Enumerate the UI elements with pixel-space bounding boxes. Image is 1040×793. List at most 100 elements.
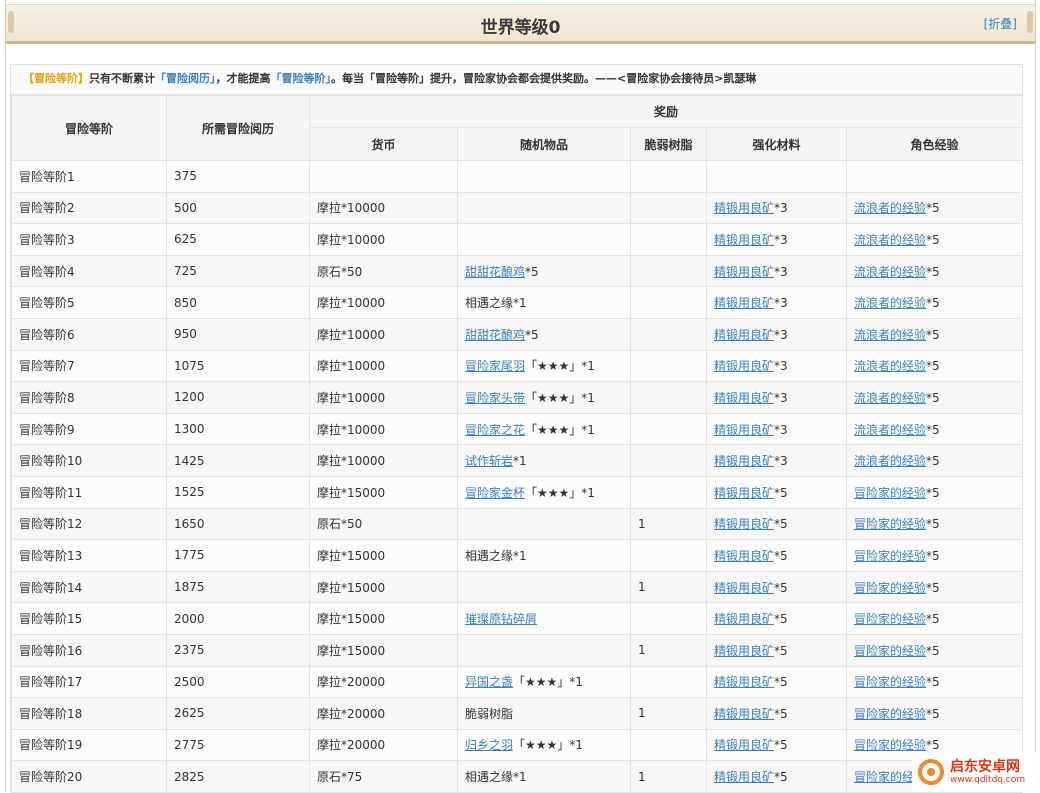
material-link[interactable]: 精锻用良矿: [714, 201, 774, 215]
material-link[interactable]: 精锻用良矿: [714, 707, 774, 721]
random-item-link[interactable]: 异国之盏: [465, 675, 513, 689]
cell-char-exp: 流浪者的经验*5: [845, 191, 1024, 225]
table-row: 冒险等阶14 1875 摩拉*15000 1 精锻用良矿*5 冒险家的经验*5: [11, 570, 1024, 604]
header-char-exp: 角色经验: [845, 127, 1024, 161]
char-exp-link[interactable]: 流浪者的经验: [854, 454, 926, 468]
material-link[interactable]: 精锻用良矿: [714, 581, 774, 595]
cell-exp: 850: [166, 286, 310, 319]
material-link[interactable]: 精锻用良矿: [714, 328, 774, 342]
material-link[interactable]: 精锻用良矿: [714, 391, 774, 405]
material-link[interactable]: 精锻用良矿: [714, 738, 774, 752]
table-row: 冒险等阶8 1200 摩拉*10000 冒险家头带「★★★」*1 精锻用良矿*3 流浪者的…: [11, 381, 1024, 414]
fold-toggle[interactable]: [折叠]: [984, 15, 1017, 32]
rank-text: 冒险等阶5: [19, 296, 75, 311]
currency-value: 摩拉*15000: [317, 612, 386, 627]
cell-char-exp: 流浪者的经验*5: [845, 286, 1024, 319]
currency-value: 原石*50: [317, 517, 363, 532]
material-link[interactable]: 精锻用良矿: [714, 423, 774, 437]
char-exp-link[interactable]: 流浪者的经验: [854, 391, 926, 405]
material-link[interactable]: 精锻用良矿: [714, 359, 774, 373]
rank-text: 冒险等阶8: [19, 390, 75, 405]
cell-resin: [630, 412, 707, 446]
random-item-suffix: 「★★★」*1: [513, 675, 583, 690]
cell-exp: 725: [166, 254, 310, 288]
char-exp-suffix: *5: [926, 548, 940, 563]
char-exp-suffix: *5: [926, 517, 940, 532]
cell-resin: [630, 602, 707, 635]
material-link[interactable]: 精锻用良矿: [714, 454, 774, 468]
char-exp-link[interactable]: 流浪者的经验: [854, 423, 926, 437]
char-exp-link[interactable]: 冒险家的经验: [854, 486, 926, 500]
random-item-link[interactable]: 冒险家金杯: [465, 486, 525, 500]
char-exp-suffix: *5: [926, 643, 940, 658]
random-item-link[interactable]: 璀璨原钻碎屑: [465, 612, 537, 626]
random-item-link[interactable]: 试作斩岩: [465, 454, 513, 468]
rank-text: 冒险等阶6: [19, 327, 75, 342]
material-link[interactable]: 精锻用良矿: [714, 770, 774, 784]
cell-currency: 摩拉*10000: [309, 349, 458, 383]
char-exp-link[interactable]: 流浪者的经验: [854, 328, 926, 342]
random-item-link[interactable]: 冒险家头带: [465, 391, 525, 405]
cell-resin: 1: [630, 633, 707, 667]
char-exp-link[interactable]: 冒险家的经验: [854, 738, 926, 752]
rank-text: 冒险等阶15: [19, 612, 83, 627]
cell-currency: 原石*50: [309, 507, 458, 541]
cell-random-item: 冒险家之花「★★★」*1: [457, 412, 631, 446]
random-item-link[interactable]: 甜甜花酿鸡: [465, 265, 525, 279]
table-row: 冒险等阶6 950 摩拉*10000 甜甜花酿鸡*5 精锻用良矿*3 流浪者的经验*5: [11, 317, 1024, 351]
intro-text-2: ，才能提高: [215, 72, 271, 85]
random-item-link[interactable]: 冒险家尾羽: [465, 359, 525, 373]
char-exp-link[interactable]: 流浪者的经验: [854, 265, 926, 279]
material-link[interactable]: 精锻用良矿: [714, 612, 774, 626]
random-item-link[interactable]: 冒险家之花: [465, 423, 525, 437]
random-item-link[interactable]: 甜甜花酿鸡: [465, 328, 525, 342]
cell-resin: [630, 223, 707, 256]
intro-text-3: 。每当「冒险等阶」提升，冒险家协会都会提供奖励。——<冒险家协会接待员>凯瑟琳: [331, 72, 757, 85]
char-exp-link[interactable]: 冒险家的经验: [854, 517, 926, 531]
material-suffix: *3: [774, 232, 788, 247]
currency-value: 摩拉*20000: [317, 706, 386, 721]
char-exp-suffix: *5: [926, 327, 940, 342]
cell-char-exp: 冒险家的经验*5: [845, 475, 1024, 509]
header-material: 强化材料: [706, 127, 847, 161]
material-link[interactable]: 精锻用良矿: [714, 233, 774, 247]
random-item-link[interactable]: 归乡之羽: [465, 738, 513, 752]
cell-material: 精锻用良矿*5: [706, 697, 847, 730]
material-link[interactable]: 精锻用良矿: [714, 675, 774, 689]
cell-resin: 1: [630, 507, 707, 541]
exp-value: 500: [174, 200, 197, 215]
char-exp-link[interactable]: 冒险家的经验: [854, 581, 926, 595]
cell-rank: 冒险等阶9: [11, 412, 167, 446]
intro-text-1: 只有不断累计: [89, 72, 155, 85]
char-exp-link[interactable]: 冒险家的经: [854, 770, 914, 784]
char-exp-link[interactable]: 冒险家的经验: [854, 644, 926, 658]
cell-rank: 冒险等阶14: [11, 570, 167, 604]
cell-currency: 摩拉*20000: [309, 728, 458, 762]
exp-value: 2625: [174, 706, 205, 721]
char-exp-link[interactable]: 冒险家的经验: [854, 675, 926, 689]
char-exp-link[interactable]: 冒险家的经验: [854, 612, 926, 626]
char-exp-link[interactable]: 冒险家的经验: [854, 707, 926, 721]
char-exp-suffix: *5: [926, 359, 940, 374]
cell-currency: 摩拉*10000: [309, 412, 458, 446]
char-exp-link[interactable]: 冒险家的经验: [854, 549, 926, 563]
material-suffix: *5: [774, 580, 788, 595]
material-link[interactable]: 精锻用良矿: [714, 517, 774, 531]
char-exp-link[interactable]: 流浪者的经验: [854, 359, 926, 373]
material-link[interactable]: 精锻用良矿: [714, 296, 774, 310]
rank-text: 冒险等阶20: [19, 770, 83, 785]
char-exp-link[interactable]: 流浪者的经验: [854, 296, 926, 310]
cell-rank: 冒险等阶16: [11, 633, 167, 667]
cell-resin: [630, 254, 707, 288]
watermark-url: www.qdltdq.com: [950, 774, 1026, 785]
material-link[interactable]: 精锻用良矿: [714, 644, 774, 658]
resin-value: 1: [638, 706, 646, 721]
fold-link[interactable]: [折叠]: [984, 17, 1017, 31]
cell-random-item: [457, 633, 631, 667]
char-exp-link[interactable]: 流浪者的经验: [854, 233, 926, 247]
material-link[interactable]: 精锻用良矿: [714, 265, 774, 279]
currency-value: 摩拉*10000: [317, 454, 386, 469]
material-link[interactable]: 精锻用良矿: [714, 486, 774, 500]
material-link[interactable]: 精锻用良矿: [714, 549, 774, 563]
char-exp-link[interactable]: 流浪者的经验: [854, 201, 926, 215]
